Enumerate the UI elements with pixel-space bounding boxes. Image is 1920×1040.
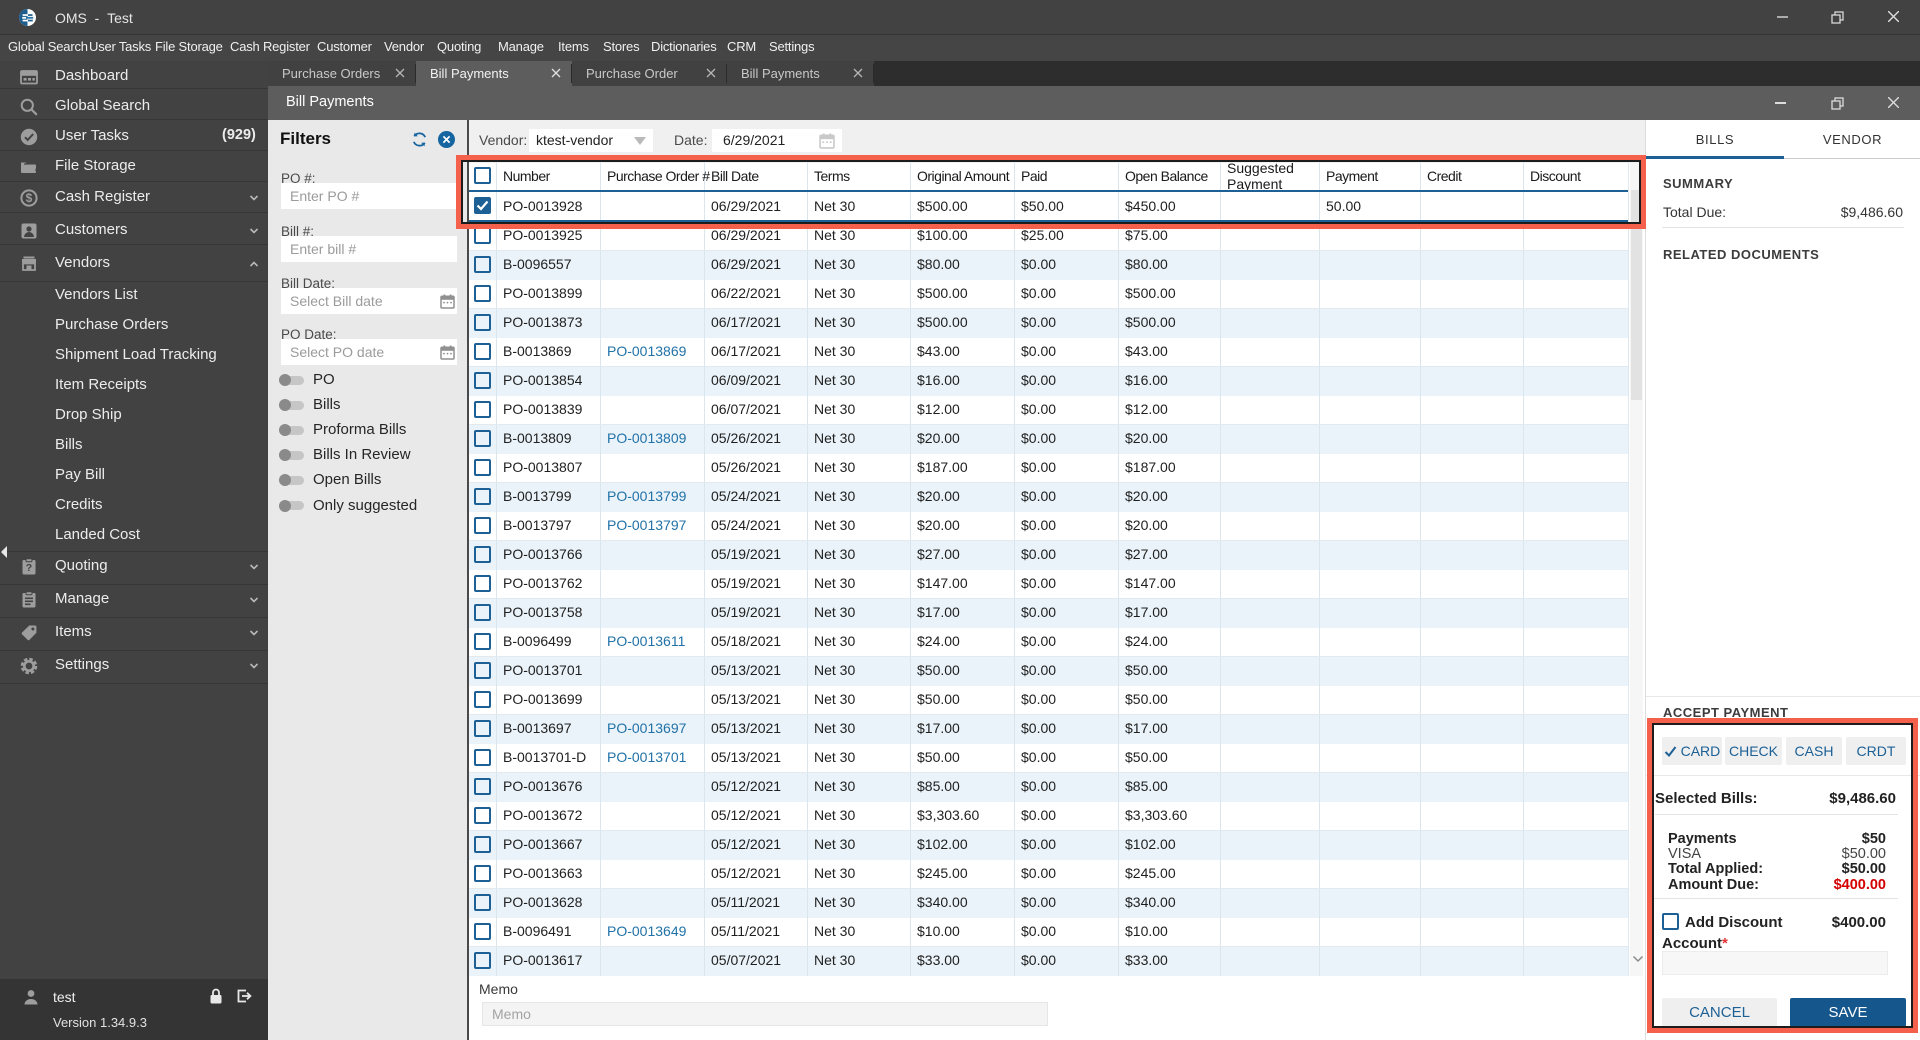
svg-text:?: ? bbox=[26, 562, 32, 574]
svg-text:$: $ bbox=[26, 191, 33, 205]
